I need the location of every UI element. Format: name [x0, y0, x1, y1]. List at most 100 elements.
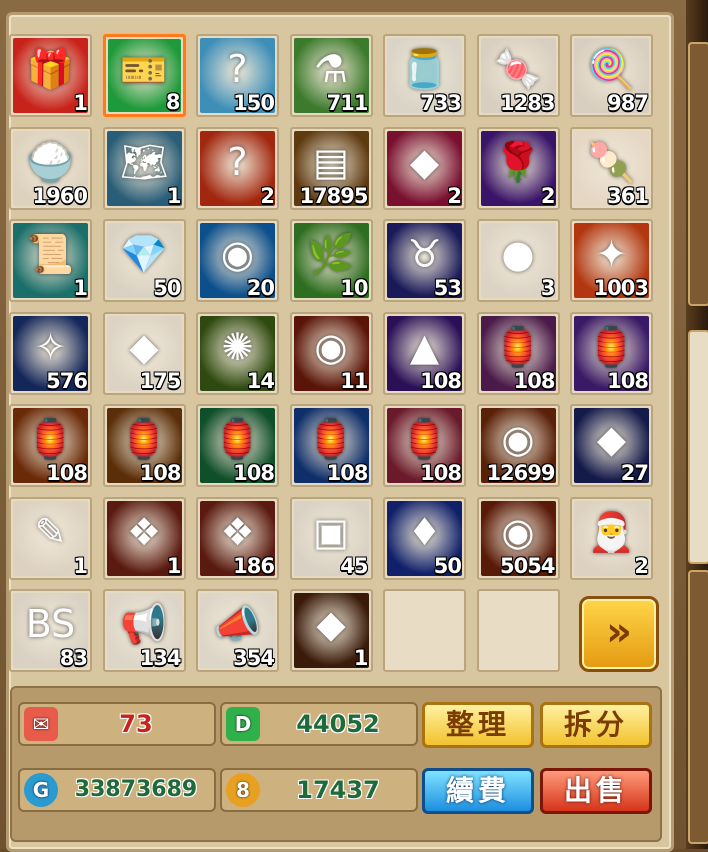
inventory-window: 🎁 1 🎫 8? 150 ⚗ 711 🫙 733 🍬 1283 🍭 987 🍚 1960 🗺 1? 2 ▤ 17895…: [0, 0, 688, 852]
item-count: 134: [139, 646, 182, 670]
item-slot[interactable]: 📣 354: [196, 589, 279, 672]
item-glyph: 📢: [120, 602, 168, 646]
item-count: 733: [420, 91, 462, 115]
item-slot[interactable]: ◆ 1: [289, 589, 373, 672]
empty-item-slot[interactable]: [476, 589, 560, 672]
item-slot[interactable]: ❖ 1: [102, 496, 186, 580]
item-slot[interactable]: 🍡 361: [570, 126, 653, 210]
item-glyph: ❖: [220, 509, 255, 554]
item-slot[interactable]: 🏮 108: [9, 404, 92, 487]
item-count: 711: [326, 91, 369, 115]
item-count: 576: [46, 368, 88, 393]
item-slot[interactable]: 🎅 2: [570, 496, 653, 580]
item-slot[interactable]: ● 3: [476, 219, 560, 302]
item-glyph: ◆: [129, 324, 159, 369]
green-cash-icon: D: [226, 707, 260, 741]
item-slot[interactable]: 🗺 1: [102, 126, 186, 210]
item-slot[interactable]: ◉ 11: [289, 311, 373, 395]
item-count: 12699: [486, 461, 555, 485]
item-slot[interactable]: 🌹 2: [476, 126, 560, 210]
item-slot[interactable]: 🏮 108: [289, 404, 373, 487]
item-slot[interactable]: 🏮 108: [570, 311, 653, 395]
cash-balance: D 44052: [220, 702, 418, 746]
item-slot[interactable]: ◆ 175: [102, 311, 186, 395]
item-slot[interactable]: ? 150: [196, 34, 279, 117]
item-count: 108: [139, 461, 182, 485]
item-count: 20: [246, 276, 275, 300]
item-slot[interactable]: 🌿 10: [289, 219, 373, 302]
item-count: 186: [233, 553, 275, 578]
item-slot[interactable]: 🍭 987: [570, 34, 653, 117]
item-glyph: 📣: [213, 602, 262, 646]
item-glyph: 🫙: [400, 47, 449, 91]
item-count: 2: [634, 553, 649, 578]
item-slot[interactable]: ✺ 14: [196, 311, 279, 395]
item-count: 27: [620, 461, 649, 485]
item-count: 1: [73, 553, 88, 578]
split-button[interactable]: 拆分: [540, 702, 652, 748]
item-glyph: 🏮: [120, 417, 168, 461]
item-slot[interactable]: ▤ 17895: [289, 126, 373, 210]
item-slot[interactable]: 🏮 108: [383, 404, 466, 487]
item-slot[interactable]: ◆ 27: [570, 404, 653, 487]
item-slot[interactable]: ✧ 576: [9, 311, 92, 395]
item-slot[interactable]: 🏮 108: [102, 404, 186, 487]
item-slot[interactable]: 🫙 733: [383, 34, 466, 117]
item-count: 1: [166, 553, 182, 578]
item-slot[interactable]: ◉ 20: [196, 219, 279, 302]
item-glyph: 🍚: [26, 139, 75, 184]
side-tab-2: [688, 330, 708, 564]
item-slot[interactable]: 🏮 108: [476, 311, 560, 395]
item-slot[interactable]: 🍬 1283: [476, 34, 560, 117]
sell-button[interactable]: 出售: [540, 768, 652, 814]
item-slot[interactable]: ▣ 45: [289, 496, 373, 580]
item-slot[interactable]: ♦ 50: [383, 496, 466, 580]
next-page-button[interactable]: »: [579, 596, 659, 672]
item-glyph: ▤: [313, 139, 349, 184]
ticket-balance: ✉ 73: [18, 702, 216, 746]
item-slot[interactable]: 🏮 108: [196, 404, 279, 487]
item-slot[interactable]: ◉ 5054: [476, 496, 560, 580]
item-slot[interactable]: ♉ 53: [383, 219, 466, 302]
item-slot[interactable]: BS 83: [9, 589, 92, 672]
item-glyph: ⚗: [313, 47, 349, 91]
item-count: 108: [607, 368, 649, 393]
item-count: 2: [260, 183, 275, 208]
item-glyph: ▣: [313, 509, 349, 554]
medal-icon: 8: [226, 773, 260, 807]
currency-bar: ✉ 73 D 44052 整理 拆分 G 33873689 8 17437 續費…: [10, 686, 662, 842]
item-glyph: ◉: [501, 509, 535, 554]
item-slot[interactable]: ✦ 1003: [570, 219, 653, 302]
ticket-value: 73: [119, 710, 153, 738]
item-slot[interactable]: ◆ 2: [383, 126, 466, 210]
double-chevron-right-icon: »: [606, 609, 632, 655]
item-slot[interactable]: 📜 1: [9, 219, 92, 302]
item-count: 53: [433, 276, 462, 300]
item-glyph: 💎: [120, 232, 168, 276]
item-slot[interactable]: ? 2: [196, 126, 279, 210]
item-slot[interactable]: ❖ 186: [196, 496, 279, 580]
item-slot[interactable]: 🍚 1960: [9, 126, 92, 210]
item-glyph: BS: [25, 602, 76, 646]
item-count: 50: [433, 553, 462, 578]
item-count: 108: [233, 461, 275, 485]
item-count: 1283: [500, 91, 555, 115]
item-glyph: 🍬: [494, 47, 542, 91]
item-slot[interactable]: ⚗ 711: [289, 34, 373, 117]
item-glyph: ✧: [34, 324, 67, 369]
item-slot[interactable]: 💎 50: [102, 219, 186, 302]
item-slot[interactable]: ▲ 108: [383, 311, 466, 395]
renew-button[interactable]: 續費: [422, 768, 534, 814]
item-slot[interactable]: ◉ 12699: [476, 404, 560, 487]
side-panel-edge: [686, 0, 708, 849]
empty-item-slot[interactable]: [383, 589, 466, 672]
item-slot[interactable]: 🎫 8: [102, 34, 186, 117]
sort-button[interactable]: 整理: [422, 702, 534, 748]
medal-balance: 8 17437: [220, 768, 418, 812]
item-count: 5054: [500, 553, 555, 578]
item-slot[interactable]: 📢 134: [102, 589, 186, 672]
item-slot[interactable]: 🎁 1: [9, 34, 92, 117]
item-slot[interactable]: ✎ 1: [9, 496, 92, 580]
item-glyph: ?: [227, 139, 248, 184]
item-glyph: ♉: [407, 232, 442, 276]
